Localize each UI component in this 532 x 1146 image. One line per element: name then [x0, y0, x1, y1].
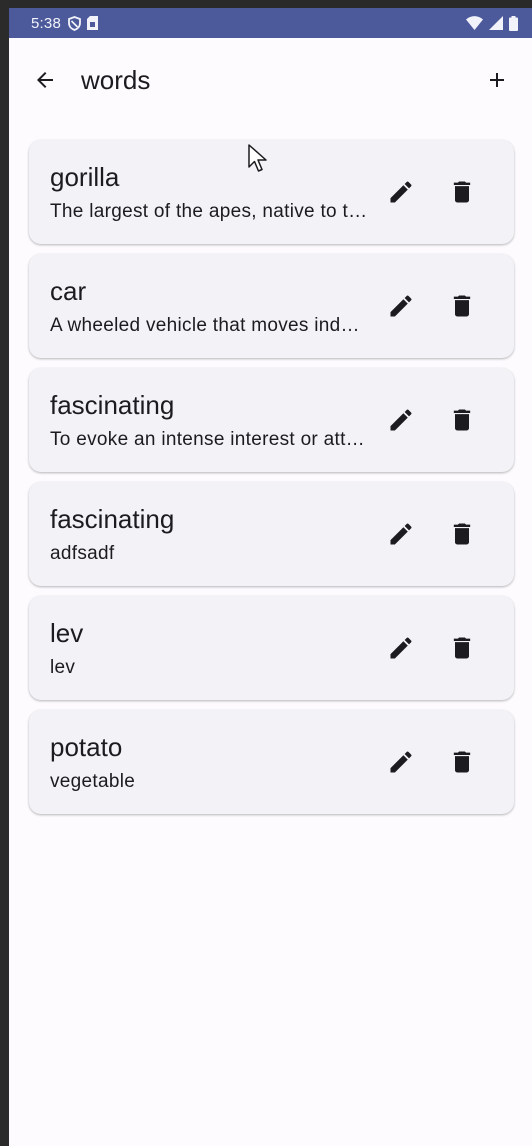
- word-title: fascinating: [50, 504, 175, 534]
- trash-icon: [453, 637, 471, 659]
- wifi-icon: [466, 16, 483, 30]
- edit-button[interactable]: [385, 290, 417, 322]
- back-button[interactable]: [29, 64, 61, 96]
- word-description: adfsadf: [50, 543, 115, 564]
- word-description: To evoke an intense interest or attracti…: [50, 429, 370, 450]
- pencil-icon: [390, 409, 412, 431]
- word-card[interactable]: lev lev: [29, 596, 514, 700]
- add-word-button[interactable]: [481, 64, 513, 96]
- phone-screen: 5:38 words gorilla The largest of the ap…: [9, 8, 532, 1146]
- trash-icon: [453, 181, 471, 203]
- delete-button[interactable]: [446, 518, 478, 550]
- delete-button[interactable]: [446, 290, 478, 322]
- pencil-icon: [390, 523, 412, 545]
- delete-button[interactable]: [446, 176, 478, 208]
- window-frame-left: [0, 0, 9, 1146]
- word-description: The largest of the apes, native to the f…: [50, 201, 370, 222]
- word-title: gorilla: [50, 162, 120, 192]
- trash-icon: [453, 409, 471, 431]
- edit-button[interactable]: [385, 404, 417, 436]
- app-bar: words: [9, 38, 532, 122]
- trash-icon: [453, 295, 471, 317]
- edit-button[interactable]: [385, 632, 417, 664]
- delete-button[interactable]: [446, 632, 478, 664]
- word-title: fascinating: [50, 390, 175, 420]
- word-card[interactable]: fascinating adfsadf: [29, 482, 514, 586]
- arrow-left-icon: [37, 72, 53, 88]
- signal-icon: [489, 16, 503, 30]
- edit-button[interactable]: [385, 746, 417, 778]
- trash-icon: [453, 751, 471, 773]
- word-card[interactable]: fascinating To evoke an intense interest…: [29, 368, 514, 472]
- word-title: lev: [50, 618, 84, 648]
- word-card[interactable]: potato vegetable: [29, 710, 514, 814]
- edit-button[interactable]: [385, 176, 417, 208]
- shield-icon: [68, 15, 81, 31]
- plus-icon: [490, 73, 504, 87]
- pencil-icon: [390, 751, 412, 773]
- word-card[interactable]: gorilla The largest of the apes, native …: [29, 140, 514, 244]
- word-title: potato: [50, 732, 123, 762]
- edit-button[interactable]: [385, 518, 417, 550]
- pencil-icon: [390, 181, 412, 203]
- window-frame-top: [0, 0, 532, 8]
- trash-icon: [453, 523, 471, 545]
- pencil-icon: [390, 637, 412, 659]
- sim-card-icon: [87, 16, 98, 30]
- word-description: vegetable: [50, 771, 136, 792]
- battery-icon: [509, 15, 518, 31]
- page-title: words: [81, 65, 151, 95]
- status-bar: 5:38: [9, 8, 532, 38]
- status-time: 5:38: [31, 14, 61, 32]
- pencil-icon: [390, 295, 412, 317]
- word-description: A wheeled vehicle that moves independent…: [50, 315, 370, 336]
- word-card[interactable]: car A wheeled vehicle that moves indepen…: [29, 254, 514, 358]
- word-description: lev: [50, 657, 76, 678]
- word-list: gorilla The largest of the apes, native …: [29, 140, 514, 814]
- delete-button[interactable]: [446, 404, 478, 436]
- delete-button[interactable]: [446, 746, 478, 778]
- word-title: car: [50, 276, 87, 306]
